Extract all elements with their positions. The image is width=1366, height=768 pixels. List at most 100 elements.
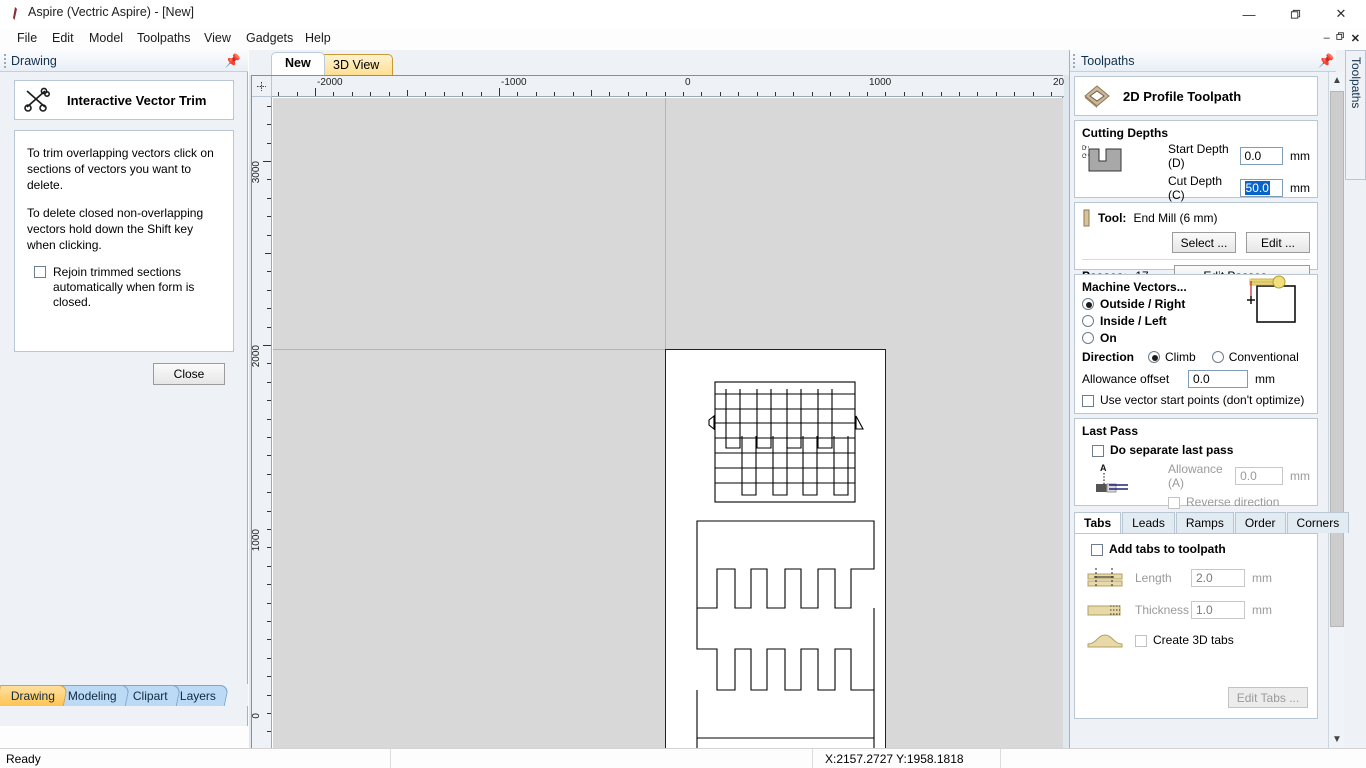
ruler-tick: [267, 363, 271, 364]
ruler-origin-box[interactable]: [252, 76, 272, 97]
window-minimize-button[interactable]: —: [1226, 0, 1272, 28]
pin-icon[interactable]: 📌: [225, 53, 241, 69]
tool-value: End Mill (6 mm): [1133, 211, 1218, 225]
cursor-coordinates: X:2157.2727 Y:1958.1818: [825, 752, 964, 766]
conventional-radio[interactable]: [1211, 351, 1224, 363]
use-vector-start-points-option[interactable]: Use vector start points (don't optimize): [1082, 393, 1310, 407]
ruler-tick: [267, 529, 271, 530]
start-depth-unit: mm: [1290, 149, 1310, 163]
toolpaths-vertical-scrollbar[interactable]: ▲ ▼: [1328, 72, 1344, 748]
toolpaths-panel: Toolpaths 📌 Toolpaths ▲ ▼ 2D Profile Too…: [1069, 50, 1366, 748]
ruler-tick: [263, 161, 271, 162]
climb-radio[interactable]: [1148, 351, 1161, 363]
menu-gadgets[interactable]: Gadgets: [237, 28, 302, 50]
panel-grip-icon: [1073, 54, 1075, 68]
ruler-tick: [267, 106, 271, 107]
menu-bar: File Edit Model Toolpaths View Gadgets H…: [0, 28, 1366, 50]
menu-view[interactable]: View: [195, 28, 240, 50]
ruler-label: -2000: [317, 77, 343, 88]
ruler-tick: [267, 676, 271, 677]
inside-left-radio[interactable]: [1082, 315, 1094, 327]
toolpaths-side-tab[interactable]: Toolpaths: [1345, 50, 1366, 180]
tab-length-icon: [1087, 568, 1123, 587]
tab-ramps[interactable]: Ramps: [1175, 512, 1234, 533]
toolpath-type-header: 2D Profile Toolpath: [1074, 76, 1318, 116]
add-tabs-label: Add tabs to toolpath: [1109, 542, 1226, 556]
edit-tool-button[interactable]: Edit ...: [1246, 232, 1310, 253]
ruler-tick: [297, 92, 298, 96]
ruler-tick: [499, 88, 500, 96]
menu-edit[interactable]: Edit: [43, 28, 83, 50]
select-tool-button[interactable]: Select ...: [1172, 232, 1236, 253]
tab-corners[interactable]: Corners: [1286, 512, 1350, 533]
ruler-tick: [267, 492, 271, 493]
ruler-tick: [278, 92, 279, 96]
horizontal-ruler[interactable]: -2000 -1000 0 1000 2000: [272, 76, 1064, 97]
machine-vectors-on-option[interactable]: On: [1082, 331, 1310, 345]
aspire-logo-icon: [13, 7, 17, 20]
ruler-tick: [517, 92, 518, 96]
add-tabs-option[interactable]: Add tabs to toolpath: [1091, 542, 1310, 556]
drawing-panel-title: Drawing: [11, 54, 57, 68]
ruler-tick: [941, 92, 942, 96]
menu-file[interactable]: File: [8, 28, 46, 50]
allowance-offset-field[interactable]: 0.0: [1188, 370, 1248, 388]
mdi-restore-button[interactable]: [1336, 32, 1345, 44]
tabs-panel: Add tabs to toolpath Length 2.0 mm Thick…: [1074, 533, 1318, 719]
origin-crosshair-icon: [257, 82, 266, 91]
tab-tabs[interactable]: Tabs: [1074, 512, 1122, 533]
cut-depth-field[interactable]: 50.0: [1239, 179, 1283, 197]
ruler-tick: [267, 143, 271, 144]
vertical-scroll-thumb[interactable]: [1330, 91, 1344, 627]
ruler-tick: [425, 92, 426, 96]
ruler-tick: [267, 547, 271, 548]
vector-geometry[interactable]: [273, 98, 1063, 754]
menu-model[interactable]: Model: [80, 28, 132, 50]
menu-toolpaths[interactable]: Toolpaths: [128, 28, 200, 50]
use-vector-start-points-label: Use vector start points (don't optimize): [1100, 393, 1305, 407]
ruler-tick: [720, 92, 721, 96]
do-separate-last-pass-label: Do separate last pass: [1110, 443, 1234, 457]
reverse-direction-checkbox: [1168, 496, 1180, 509]
tab-drawing[interactable]: Drawing: [0, 685, 69, 706]
ruler-tick: [267, 695, 271, 696]
vertical-ruler[interactable]: 3000 2000 1000 0: [252, 97, 272, 754]
tab-order[interactable]: Order: [1234, 512, 1286, 533]
start-depth-field[interactable]: 0.0: [1239, 147, 1283, 165]
window-maximize-button[interactable]: [1272, 0, 1318, 28]
tab-length-label: Length: [1135, 571, 1172, 585]
mdi-minimize-button[interactable]: –: [1324, 32, 1330, 44]
ruler-tick: [267, 235, 271, 236]
ruler-tick: [267, 731, 271, 732]
scroll-up-arrow-icon[interactable]: ▲: [1329, 72, 1345, 89]
close-button[interactable]: Close: [153, 363, 225, 385]
ruler-tick: [701, 92, 702, 96]
svg-text:C: C: [1082, 154, 1087, 160]
design-canvas[interactable]: [273, 98, 1063, 754]
ruler-tick: [267, 437, 271, 438]
do-separate-last-pass-option[interactable]: Do separate last pass: [1092, 443, 1310, 457]
add-tabs-checkbox[interactable]: [1091, 543, 1103, 556]
outside-right-radio[interactable]: [1082, 298, 1094, 310]
rejoin-checkbox[interactable]: [34, 266, 46, 278]
rejoin-trimmed-sections-option[interactable]: Rejoin trimmed sections automatically wh…: [27, 265, 221, 310]
ruler-label: -1000: [501, 77, 527, 88]
use-vector-start-points-checkbox[interactable]: [1082, 394, 1094, 407]
mdi-close-button[interactable]: ✕: [1351, 32, 1360, 45]
view-tab-new[interactable]: New: [271, 52, 325, 75]
window-close-button[interactable]: ✕: [1318, 0, 1364, 28]
do-separate-last-pass-checkbox[interactable]: [1092, 444, 1104, 457]
interactive-vector-trim-header: Interactive Vector Trim: [14, 80, 234, 120]
tab-leads[interactable]: Leads: [1122, 512, 1175, 533]
allowance-offset-label: Allowance offset: [1082, 372, 1170, 386]
scroll-down-arrow-icon[interactable]: ▼: [1329, 731, 1345, 748]
ruler-tick: [265, 253, 271, 254]
on-radio[interactable]: [1082, 332, 1094, 344]
ruler-tick: [591, 90, 592, 96]
tab-length-unit: mm: [1252, 571, 1272, 585]
view-tab-3d[interactable]: 3D View: [319, 54, 394, 75]
pin-icon[interactable]: 📌: [1318, 53, 1334, 69]
menu-help[interactable]: Help: [296, 28, 340, 50]
toolpath-option-tabs: Tabs Leads Ramps Order Corners Add tabs …: [1074, 512, 1350, 719]
ruler-tick: [867, 92, 868, 96]
